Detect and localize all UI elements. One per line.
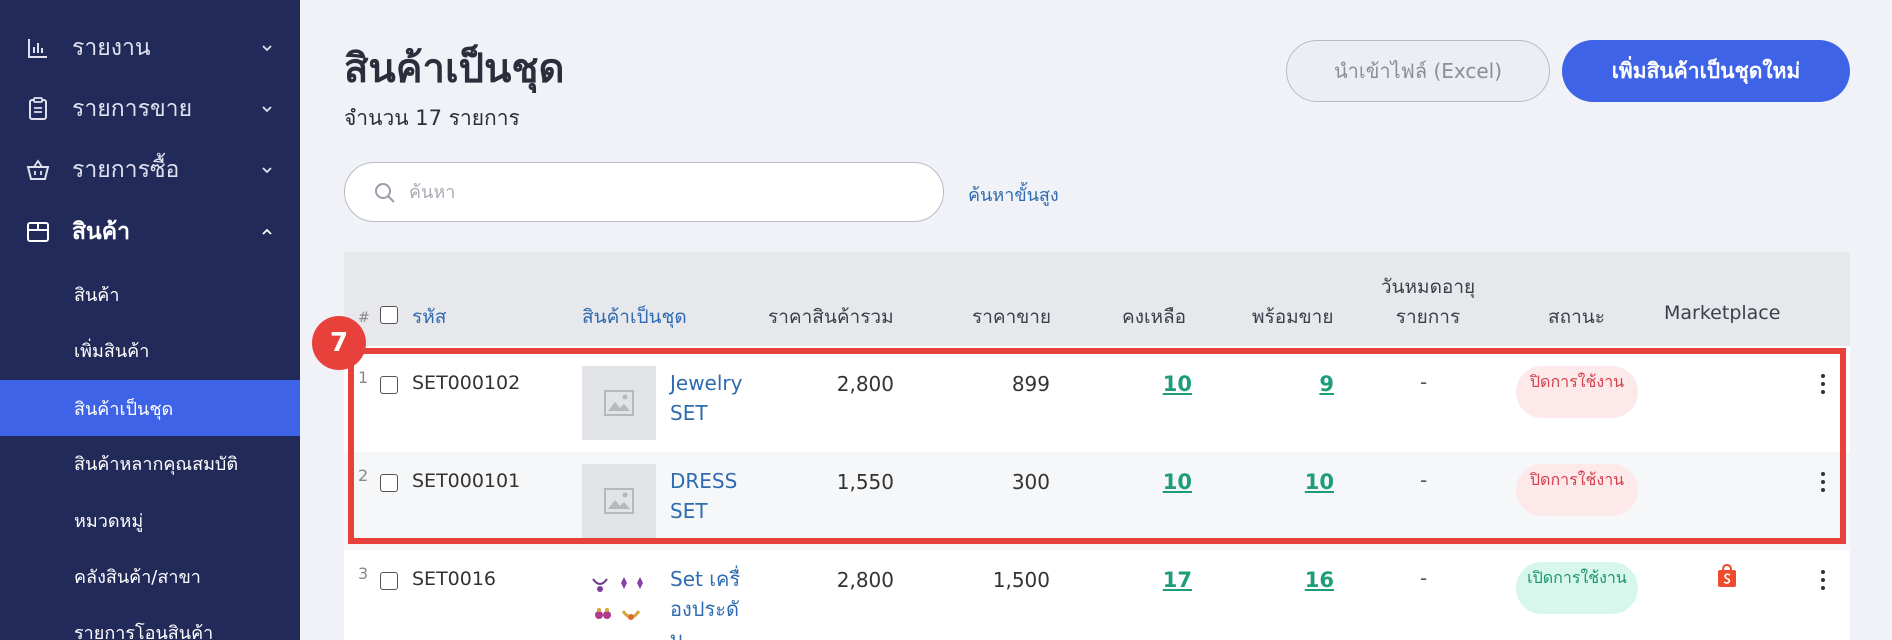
jewelry-image: [582, 562, 656, 636]
chevron-down-icon: [262, 106, 272, 113]
sidebar-item-products[interactable]: สินค้า: [0, 204, 300, 260]
more-options-icon[interactable]: [1820, 374, 1826, 396]
sidebar-subitem-label: คลังสินค้า/สาขา: [74, 566, 201, 588]
column-header-number: #: [358, 310, 370, 326]
sidebar-subitem-categories[interactable]: หมวดหมู่: [0, 492, 300, 548]
row-number: 2: [358, 466, 369, 485]
step-number-badge: 7: [312, 316, 366, 370]
column-header-expiry-line1: วันหมดอายุ: [1380, 276, 1476, 298]
add-bundle-button[interactable]: เพิ่มสินค้าเป็นชุดใหม่: [1562, 40, 1850, 102]
page-title: สินค้าเป็นชุด: [344, 46, 565, 92]
remaining-stock-link[interactable]: 10: [1114, 372, 1192, 396]
sell-price: 300: [1011, 470, 1050, 494]
more-options-icon[interactable]: [1820, 570, 1826, 592]
status-badge: ปิดการใช้งาน: [1516, 464, 1638, 516]
sidebar-subitem-variants[interactable]: สินค้าหลากคุณสมบัติ: [0, 435, 300, 491]
clipboard-icon: [26, 97, 50, 121]
sidebar: รายงาน รายการขาย รายการซื้อ สินค้า สินค้…: [0, 0, 300, 640]
row-checkbox[interactable]: [380, 474, 398, 492]
column-header-ready: พร้อมขาย: [1252, 306, 1334, 328]
bundle-code: SET0016: [412, 568, 497, 590]
import-excel-button[interactable]: นำเข้าไฟล์ (Excel): [1286, 40, 1550, 102]
bundle-code: SET000102: [412, 372, 521, 394]
column-header-expiry: วันหมดอายุ รายการ: [1368, 272, 1488, 332]
shopee-bag-icon[interactable]: [1716, 563, 1738, 588]
table-row[interactable]: 1 SET000102 Jewelry SET 2,800 899 10 9 -…: [344, 354, 1850, 452]
sidebar-item-sales[interactable]: รายการขาย: [0, 81, 300, 137]
sell-price: 899: [1011, 372, 1050, 396]
select-all-checkbox[interactable]: [380, 306, 398, 324]
expiry-value: -: [1420, 370, 1428, 394]
bundle-code: SET000101: [412, 470, 521, 492]
box-icon: [26, 220, 50, 244]
bundle-name-link[interactable]: DRESS SET: [670, 466, 748, 526]
chevron-up-icon: [262, 228, 272, 235]
search-input[interactable]: [409, 175, 909, 209]
sidebar-subitem-products[interactable]: สินค้า: [0, 266, 300, 322]
status-badge: ปิดการใช้งาน: [1516, 366, 1638, 418]
table-row[interactable]: 3 SET0016 Set เครื่องประดับ 2,800 1,500 …: [344, 550, 1850, 640]
sidebar-subitem-label: หมวดหมู่: [74, 510, 144, 532]
ready-stock-link[interactable]: 9: [1250, 372, 1334, 396]
bundle-table: # รหัส สินค้าเป็นชุด ราคาสินค้ารวม ราคาข…: [344, 252, 1850, 640]
column-header-total-price: ราคาสินค้ารวม: [768, 306, 894, 328]
sidebar-subitem-label: สินค้า: [74, 284, 120, 306]
expiry-value: -: [1420, 468, 1428, 492]
search-icon: [375, 183, 395, 203]
sidebar-subitem-label: สินค้าหลากคุณสมบัติ: [74, 453, 239, 475]
column-header-expiry-line2: รายการ: [1395, 306, 1461, 328]
sidebar-subitem-label: สินค้าเป็นชุด: [74, 398, 174, 420]
table-row[interactable]: 2 SET000101 DRESS SET 1,550 300 10 10 - …: [344, 452, 1850, 550]
chevron-down-icon: [262, 45, 272, 52]
search-box: [344, 162, 944, 222]
bar-chart-icon: [26, 36, 50, 60]
chevron-down-icon: [262, 167, 272, 174]
ready-stock-link[interactable]: 16: [1250, 568, 1334, 592]
row-number: 3: [358, 564, 369, 583]
sidebar-item-label: รายงาน: [72, 35, 151, 61]
remaining-stock-link[interactable]: 17: [1114, 568, 1192, 592]
column-header-bundle[interactable]: สินค้าเป็นชุด: [582, 302, 687, 332]
column-header-status: สถานะ: [1548, 306, 1605, 328]
sidebar-subitem-add-product[interactable]: เพิ่มสินค้า: [0, 322, 300, 378]
record-count: จำนวน 17 รายการ: [344, 106, 520, 130]
bundle-name-link[interactable]: Set เครื่องประดับ: [670, 564, 748, 640]
more-options-icon[interactable]: [1820, 472, 1826, 494]
sidebar-subitem-label: รายการโอนสินค้า: [74, 622, 214, 640]
column-header-code[interactable]: รหัส: [412, 302, 446, 332]
sidebar-subitem-transfers[interactable]: รายการโอนสินค้า: [0, 604, 300, 640]
table-header: # รหัส สินค้าเป็นชุด ราคาสินค้ารวม ราคาข…: [344, 252, 1850, 346]
sidebar-item-reports[interactable]: รายงาน: [0, 20, 300, 76]
remaining-stock-link[interactable]: 10: [1114, 470, 1192, 494]
row-checkbox[interactable]: [380, 376, 398, 394]
column-header-remaining: คงเหลือ: [1122, 306, 1187, 328]
advanced-search-link[interactable]: ค้นหาขั้นสูง: [968, 180, 1059, 209]
expiry-value: -: [1420, 566, 1428, 590]
sidebar-item-label: รายการซื้อ: [72, 157, 180, 183]
sidebar-item-label: รายการขาย: [72, 96, 193, 122]
row-number: 1: [358, 368, 369, 387]
image-placeholder-icon: [582, 366, 656, 440]
status-badge: เปิดการใช้งาน: [1516, 562, 1638, 614]
total-price: 2,800: [836, 568, 894, 592]
sidebar-subitem-bundles[interactable]: สินค้าเป็นชุด: [0, 380, 300, 436]
sidebar-item-purchases[interactable]: รายการซื้อ: [0, 142, 300, 198]
basket-icon: [26, 158, 50, 182]
bundle-name-link[interactable]: Jewelry SET: [670, 368, 748, 428]
image-placeholder-icon: [582, 464, 656, 538]
total-price: 1,550: [836, 470, 894, 494]
ready-stock-link[interactable]: 10: [1250, 470, 1334, 494]
sidebar-item-label: สินค้า: [72, 219, 131, 245]
sell-price: 1,500: [992, 568, 1050, 592]
column-header-marketplace: Marketplace: [1664, 302, 1781, 324]
total-price: 2,800: [836, 372, 894, 396]
column-header-sell-price: ราคาขาย: [972, 306, 1052, 328]
sidebar-subitem-warehouses[interactable]: คลังสินค้า/สาขา: [0, 548, 300, 604]
row-checkbox[interactable]: [380, 572, 398, 590]
sidebar-subitem-label: เพิ่มสินค้า: [74, 340, 150, 362]
